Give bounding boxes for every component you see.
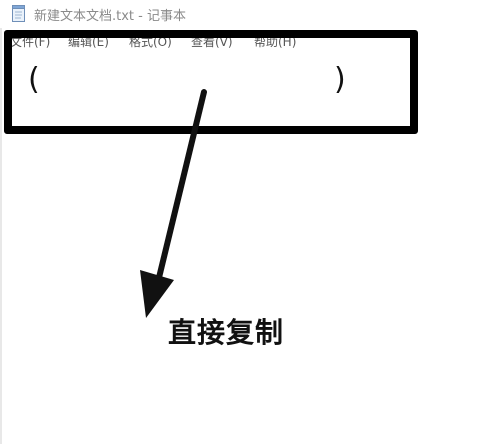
window-title: 新建文本文档.txt - 记事本 — [34, 9, 186, 24]
editor-close-paren[interactable]: ) — [334, 62, 346, 97]
editor-left-border — [0, 28, 2, 444]
annotation-highlight-box — [4, 30, 418, 134]
annotation-caption: 直接复制 — [168, 316, 285, 349]
title-bar: 新建文本文档.txt - 记事本 — [0, 0, 480, 28]
notepad-window: 新建文本文档.txt - 记事本 文件(F) 编辑(E) 格式(O) 查看(V)… — [0, 0, 480, 444]
notepad-icon — [12, 5, 25, 22]
editor-open-paren[interactable]: ( — [28, 62, 40, 97]
